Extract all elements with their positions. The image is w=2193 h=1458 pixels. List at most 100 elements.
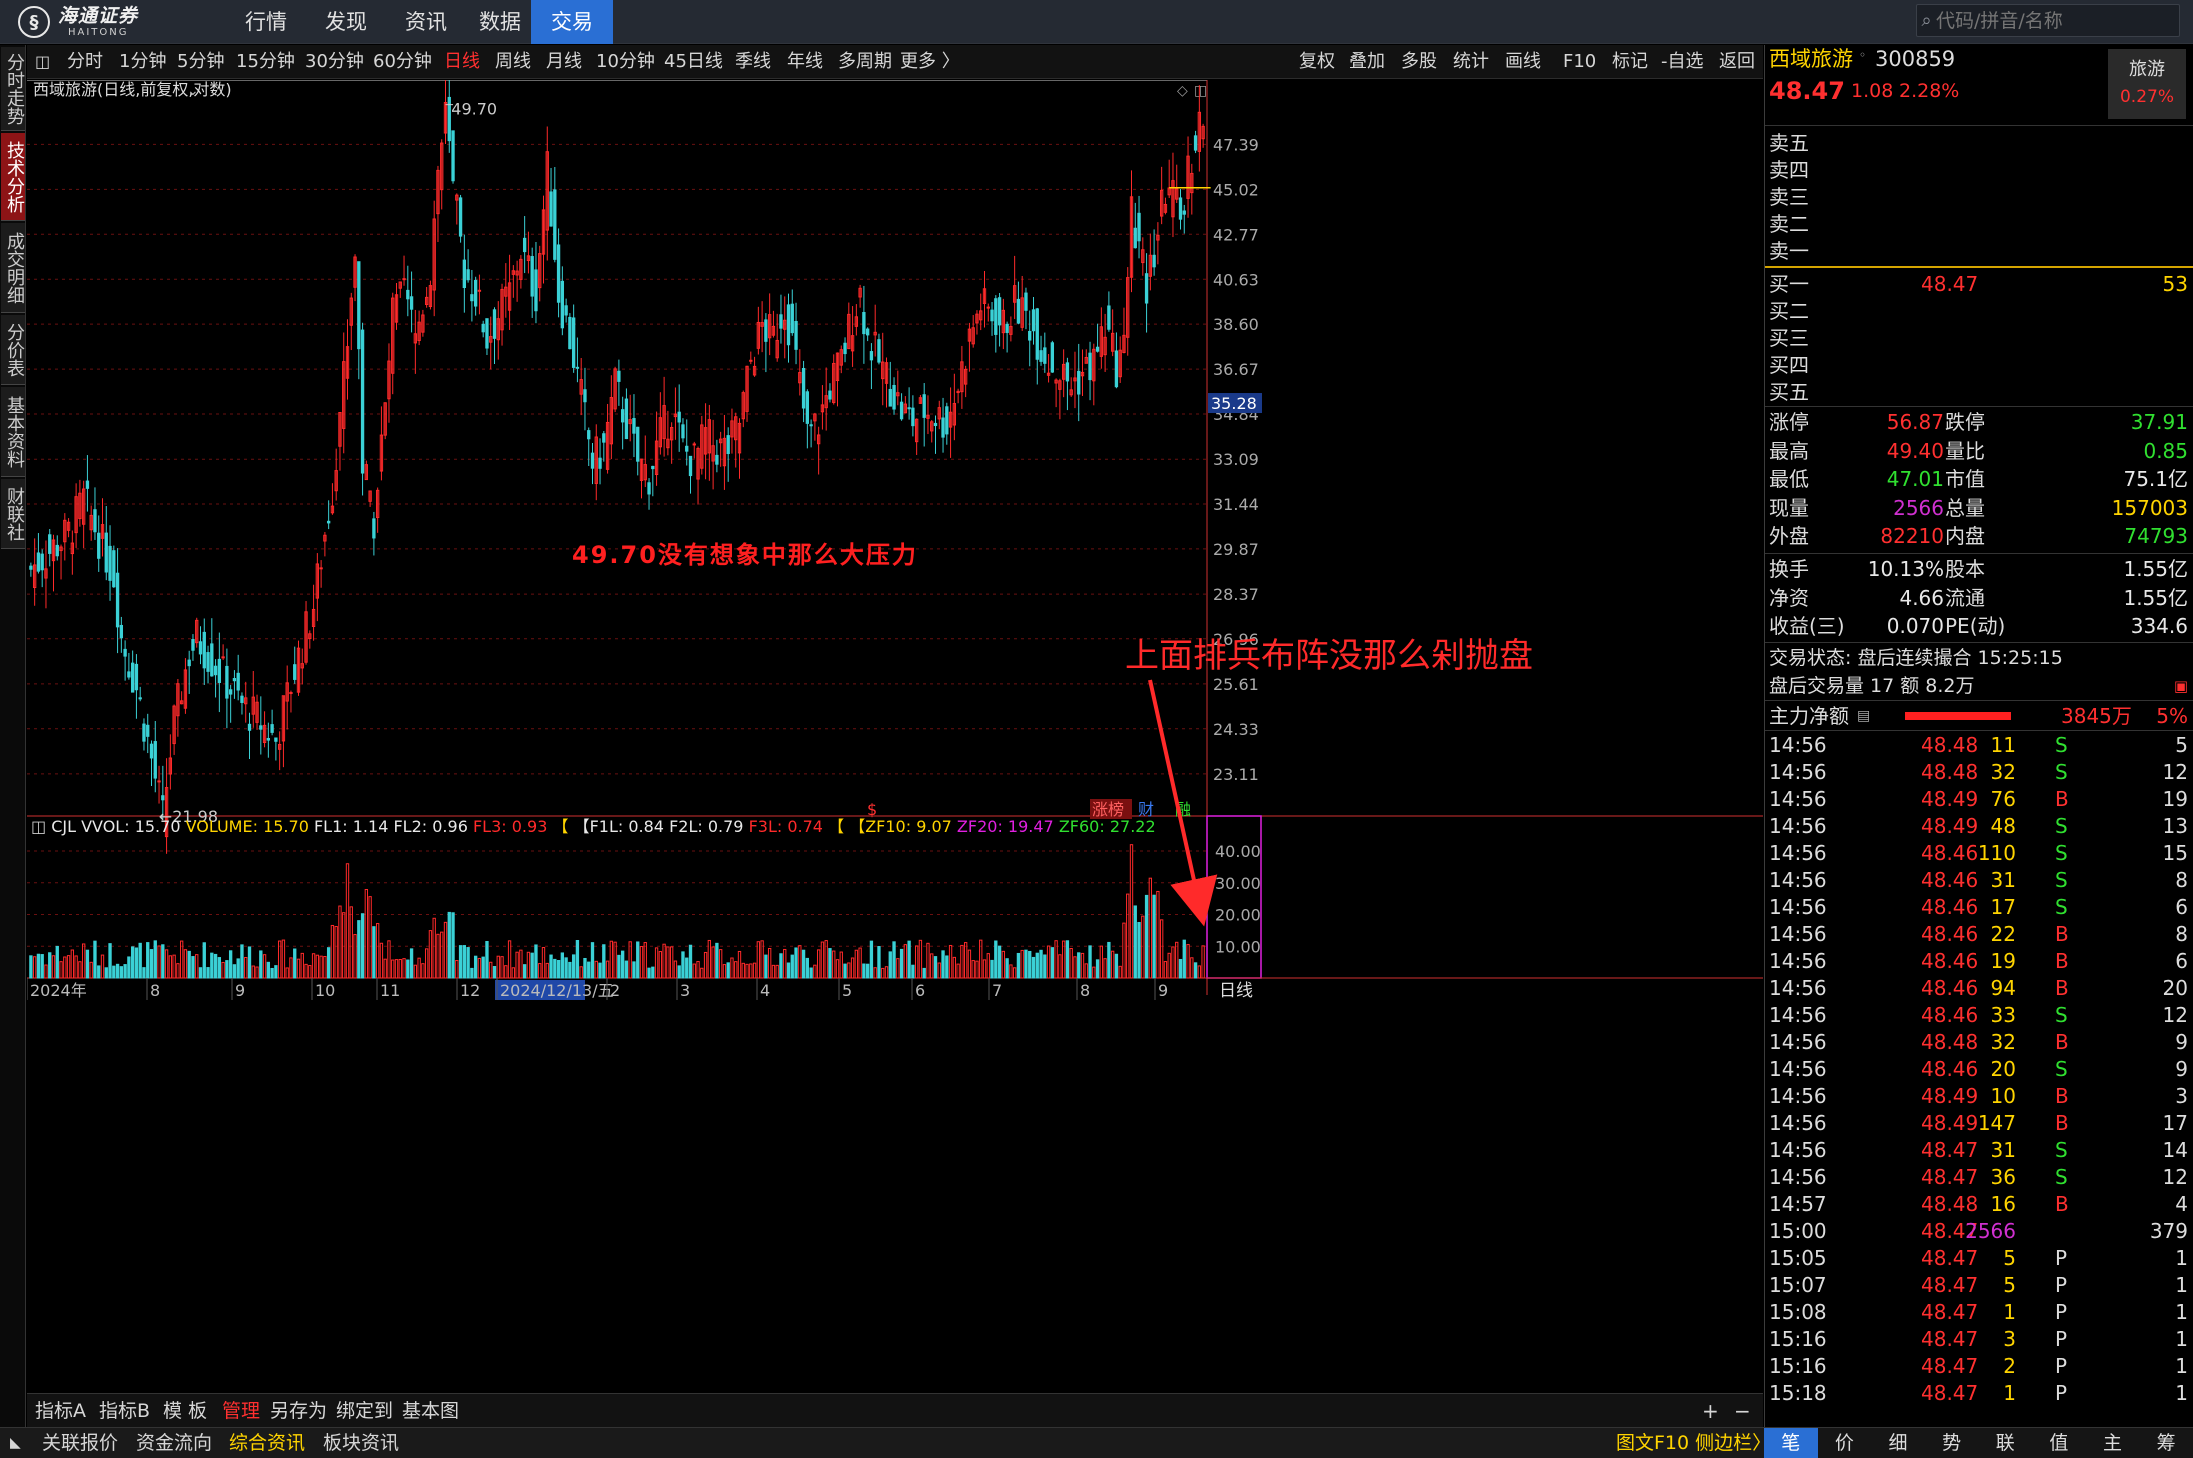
- vtab-basic-info[interactable]: 基本资料: [1, 387, 25, 477]
- save-as-tab[interactable]: 另存为: [270, 1394, 327, 1428]
- period-multi[interactable]: 多周期: [838, 45, 892, 79]
- stat-label: 流通: [1945, 585, 1985, 610]
- quote-tab[interactable]: 联: [1979, 1428, 2033, 1458]
- period-45day[interactable]: 45日线: [664, 45, 723, 79]
- indicator-a-tab[interactable]: 指标A: [35, 1394, 86, 1428]
- diamond-icon[interactable]: ◇: [1177, 83, 1188, 99]
- nav-trade[interactable]: 交易: [531, 0, 613, 44]
- template-tab[interactable]: 模 板: [163, 1394, 207, 1428]
- nav-discover[interactable]: 发现: [312, 0, 380, 44]
- manage-tab[interactable]: 管理: [222, 1394, 260, 1428]
- kline-chart-area[interactable]: 西域旅游(日线,前复权,对数) ⌄ ◇ ◫ 47.39 45.02 42.77 40.63 3…: [26, 75, 1763, 1390]
- volume-bar: [142, 967, 146, 979]
- sector-box[interactable]: 旅游 0.27%: [2108, 49, 2186, 119]
- period-daily[interactable]: 日线: [444, 45, 480, 79]
- period-10min[interactable]: 10分钟: [596, 45, 655, 79]
- period-1min[interactable]: 1分钟: [119, 45, 166, 79]
- tick-volume: 17: [1990, 895, 2016, 919]
- volume-bar: [1005, 958, 1009, 979]
- tool-remove-watch[interactable]: -自选: [1661, 45, 1704, 79]
- quote-tab[interactable]: 势: [1925, 1428, 1979, 1458]
- candle-body: [372, 518, 376, 539]
- nav-data[interactable]: 数据: [466, 0, 534, 44]
- search-input[interactable]: [1936, 9, 2179, 32]
- quote-tab[interactable]: 筹: [2139, 1428, 2193, 1458]
- calendar-icon[interactable]: ▣: [2174, 672, 2188, 700]
- tool-draw-line[interactable]: 画线: [1505, 45, 1541, 79]
- period-weekly[interactable]: 周线: [495, 45, 531, 79]
- indicator-b-tab[interactable]: 指标B: [99, 1394, 150, 1428]
- last-price: 48.47: [1769, 77, 1845, 105]
- period-more[interactable]: 更多 〉: [900, 45, 960, 79]
- volume-bar: [556, 959, 561, 979]
- expand-icon[interactable]: ◣: [10, 1428, 21, 1458]
- f10-sidebar-toggle[interactable]: 图文F10 侧边栏〉: [1616, 1428, 1771, 1458]
- vtab-technical[interactable]: 技术分析: [1, 133, 25, 221]
- candle-body: [986, 306, 990, 309]
- tool-f10[interactable]: F10: [1563, 45, 1596, 79]
- period-yearly[interactable]: 年线: [787, 45, 823, 79]
- quote-tab[interactable]: 价: [1818, 1428, 1872, 1458]
- period-30min[interactable]: 30分钟: [305, 45, 364, 79]
- vtab-trade-detail[interactable]: 成交明细: [1, 223, 25, 313]
- window-icon[interactable]: ◫: [1194, 83, 1207, 99]
- kline-chart-svg[interactable]: 西域旅游(日线,前复权,对数)⌄ ◇ ◫ 47.39 45.02 42.77 40.63 3…: [26, 75, 1763, 1390]
- vtab-intraday[interactable]: 分时走势: [1, 47, 25, 131]
- tool-multi-stock[interactable]: 多股: [1401, 45, 1437, 79]
- layout-toggle-icon[interactable]: ◫: [35, 45, 50, 79]
- vtab-price-table[interactable]: 分价表: [1, 315, 25, 385]
- volume-bar: [353, 934, 357, 979]
- zoom-in-icon[interactable]: +: [1702, 1394, 1719, 1428]
- tick-time: 14:56: [1769, 1138, 1827, 1162]
- period-quarter[interactable]: 季线: [735, 45, 771, 79]
- volume-bar: [259, 950, 263, 979]
- chart-dropdown-icon[interactable]: ⌄: [187, 83, 199, 99]
- quote-tab[interactable]: 笔: [1764, 1428, 1818, 1458]
- quote-tab[interactable]: 细: [1871, 1428, 1925, 1458]
- list-icon[interactable]: ▤: [1857, 702, 1870, 730]
- related-quote-tab[interactable]: 关联报价: [42, 1428, 118, 1458]
- vtab-cls[interactable]: 财联社: [1, 479, 25, 549]
- candle-body: [134, 663, 139, 691]
- tick-row: 14:56 48.46 110 S 15: [1765, 839, 2193, 867]
- candle-body: [1114, 350, 1119, 388]
- bid-row[interactable]: 买一 48.47 53: [1765, 270, 2193, 298]
- candle-body: [636, 426, 640, 462]
- nav-news[interactable]: 资讯: [392, 0, 460, 44]
- ask-row[interactable]: 卖三: [1765, 183, 2193, 211]
- tool-fuquan[interactable]: 复权: [1299, 45, 1335, 79]
- bid-row[interactable]: 买四: [1765, 351, 2193, 379]
- tool-back[interactable]: 返回: [1719, 45, 1755, 79]
- ask-row[interactable]: 卖一: [1765, 237, 2193, 265]
- volume-bar: [447, 911, 451, 979]
- period-5min[interactable]: 5分钟: [177, 45, 224, 79]
- capital-flow-tab[interactable]: 资金流向: [136, 1428, 212, 1458]
- ask-row[interactable]: 卖五: [1765, 129, 2193, 157]
- bottom-period-label[interactable]: 日线: [1219, 981, 1253, 1001]
- tool-mark[interactable]: 标记: [1612, 45, 1648, 79]
- volume-bar: [809, 967, 813, 979]
- volume-bar: [308, 965, 312, 979]
- bid-row[interactable]: 买二: [1765, 297, 2193, 325]
- ask-row[interactable]: 卖二: [1765, 210, 2193, 238]
- bid-row[interactable]: 买五: [1765, 378, 2193, 406]
- basic-chart-tab[interactable]: 基本图: [402, 1394, 459, 1428]
- tool-stats[interactable]: 统计: [1453, 45, 1489, 79]
- stock-search[interactable]: ⌕: [1916, 4, 2180, 37]
- bind-to-tab[interactable]: 绑定到: [336, 1394, 393, 1428]
- quote-tab[interactable]: 值: [2032, 1428, 2086, 1458]
- bid-row[interactable]: 买三: [1765, 324, 2193, 352]
- tick-count: 12: [2162, 1165, 2188, 1189]
- quote-tab[interactable]: 主: [2086, 1428, 2140, 1458]
- period-fenshi[interactable]: 分时: [67, 45, 103, 79]
- sector-news-tab[interactable]: 板块资讯: [323, 1428, 399, 1458]
- period-15min[interactable]: 15分钟: [236, 45, 295, 79]
- nav-market[interactable]: 行情: [232, 0, 300, 44]
- period-monthly[interactable]: 月线: [546, 45, 582, 79]
- news-tab[interactable]: 综合资讯: [229, 1428, 305, 1458]
- zoom-out-icon[interactable]: −: [1734, 1394, 1751, 1428]
- period-60min[interactable]: 60分钟: [373, 45, 432, 79]
- ask-row[interactable]: 卖四: [1765, 156, 2193, 184]
- tick-count: 9: [2175, 1057, 2188, 1081]
- tool-overlay[interactable]: 叠加: [1349, 45, 1385, 79]
